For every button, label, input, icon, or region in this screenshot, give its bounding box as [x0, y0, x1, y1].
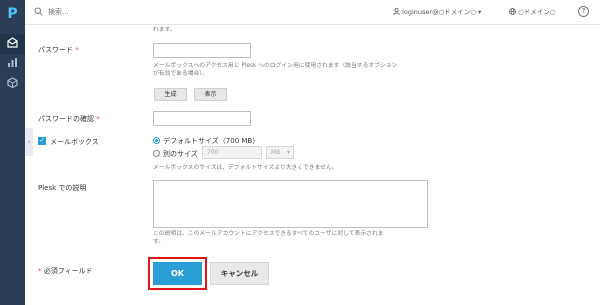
description-hint-line1: この説明は、このメールアカウントにアクセスできるすべてのユーザに対して表示されま: [153, 231, 384, 237]
user-label: loginuser@○ドメイン○: [402, 8, 476, 16]
chevron-down-icon: ▾: [478, 8, 482, 16]
mailbox-size-hint: メールボックスのサイズは、デフォルトサイズより大きくできません。: [153, 165, 338, 171]
plesk-logo[interactable]: P: [4, 6, 21, 23]
password-field[interactable]: [153, 43, 251, 58]
required-fields-note: * 必須フィールド: [38, 267, 93, 275]
side-navigation: P: [0, 0, 25, 305]
required-mark: *: [96, 115, 100, 123]
stats-icon[interactable]: [6, 57, 19, 70]
default-size-radio[interactable]: [153, 137, 160, 144]
user-icon: [393, 8, 400, 15]
ok-button[interactable]: OK: [153, 262, 202, 285]
top-bar: loginuser@○ドメイン○ ▾ ○ドメイン○ ?: [25, 0, 600, 25]
chevron-down-icon: ▾: [286, 149, 290, 156]
password-hint-line2: が有効である場合）。: [153, 71, 209, 77]
size-unit-select[interactable]: MB ▾: [266, 146, 294, 159]
generate-button[interactable]: 生成: [154, 88, 187, 101]
other-size-radio[interactable]: [153, 150, 160, 157]
search-icon: [34, 7, 44, 17]
extensions-icon[interactable]: [6, 77, 19, 90]
globe-icon: [509, 8, 516, 15]
user-menu[interactable]: loginuser@○ドメイン○ ▾: [393, 6, 481, 18]
password-confirm-label: パスワードの確認 *: [38, 115, 100, 123]
size-value-field[interactable]: 700: [202, 146, 262, 159]
mail-icon[interactable]: [6, 37, 19, 50]
description-label: Plesk での説明: [38, 184, 87, 192]
description-hint-line2: す。: [153, 239, 165, 245]
mail-account-form: れます。 パスワード * メールボックスへのアクセス用と Plesk へのログイ…: [25, 25, 600, 305]
help-icon[interactable]: ?: [578, 6, 589, 17]
search-input[interactable]: [48, 5, 198, 19]
other-size-label: 別のサイズ: [163, 150, 198, 158]
mailbox-label: メールボックス: [50, 138, 99, 146]
default-size-label: デフォルトサイズ（700 MB）: [163, 137, 260, 145]
top-hint-tail: れます。: [153, 27, 176, 33]
domain-menu[interactable]: ○ドメイン○: [509, 6, 555, 18]
mailbox-checkbox[interactable]: ✓: [38, 137, 46, 145]
required-mark: *: [38, 267, 42, 275]
description-textarea[interactable]: [153, 180, 428, 228]
password-confirm-field[interactable]: [153, 111, 251, 126]
cancel-button[interactable]: キャンセル: [210, 262, 269, 285]
domain-label: ○ドメイン○: [518, 8, 556, 16]
show-password-button[interactable]: 表示: [194, 88, 227, 101]
required-mark: *: [75, 46, 79, 54]
password-label: パスワード *: [38, 46, 79, 54]
